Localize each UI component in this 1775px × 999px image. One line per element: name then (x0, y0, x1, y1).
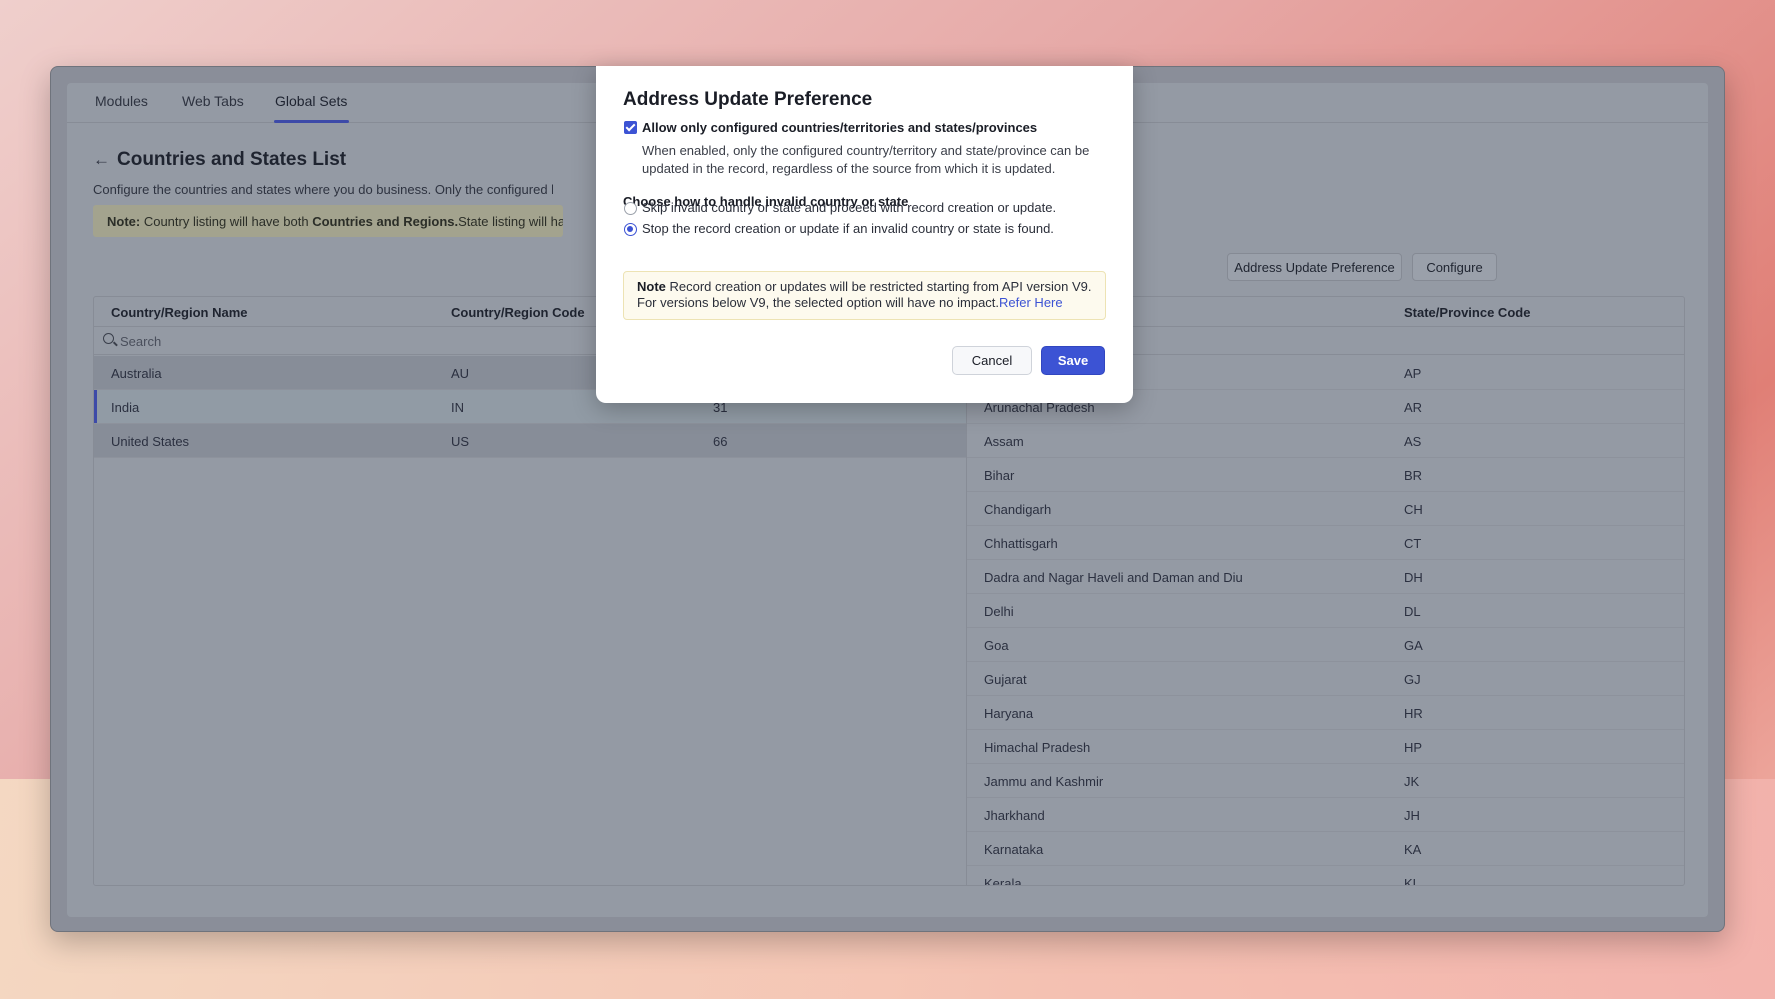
state-code: CH (1404, 502, 1423, 517)
note-label: Note: (107, 214, 141, 229)
state-code: AS (1404, 434, 1422, 449)
state-name: Jammu and Kashmir (984, 774, 1104, 789)
state-code: AR (1404, 400, 1423, 415)
stop-invalid-radio[interactable] (624, 223, 637, 236)
active-tab-indicator (274, 120, 349, 123)
country-name: Australia (111, 366, 162, 381)
table-row[interactable]: Chandigarh CH (967, 492, 1684, 526)
skip-invalid-label: Skip invalid country or state and procee… (642, 200, 1057, 215)
country-name: India (111, 400, 140, 415)
note-bold-text: Countries and Regions. (312, 214, 459, 229)
search-input[interactable] (120, 332, 420, 350)
state-code: KL (1404, 876, 1420, 886)
note-text: Country listing will have both (140, 214, 313, 229)
back-arrow-icon[interactable]: ← (93, 150, 110, 170)
allow-configured-label: Allow only configured countries/territor… (642, 120, 1038, 135)
state-name: Chandigarh (984, 502, 1052, 517)
state-code: DL (1404, 604, 1421, 619)
address-update-preference-dialog: Address Update Preference Allow only con… (596, 66, 1133, 403)
table-row[interactable]: Chhattisgarh CT (967, 526, 1684, 560)
tab-web-tabs[interactable]: Web Tabs (182, 93, 244, 109)
page-description: Configure the countries and states where… (93, 182, 553, 197)
country-name: United States (111, 434, 190, 449)
state-code: HR (1404, 706, 1423, 721)
state-name: Himachal Pradesh (984, 740, 1091, 755)
tab-modules[interactable]: Modules (95, 93, 148, 109)
table-row[interactable]: Jammu and Kashmir JK (967, 764, 1684, 798)
note-label: Note (637, 279, 666, 294)
allow-configured-description: When enabled, only the configured countr… (642, 143, 1090, 176)
table-row[interactable]: Jharkhand JH (967, 798, 1684, 832)
country-code: IN (451, 400, 464, 415)
address-update-preference-button[interactable]: Address Update Preference (1227, 253, 1402, 281)
skip-invalid-radio[interactable] (624, 202, 637, 215)
state-name: Assam (984, 434, 1024, 449)
table-row[interactable]: Goa GA (967, 628, 1684, 662)
configure-button[interactable]: Configure (1412, 253, 1497, 281)
table-row[interactable]: Kerala KL (967, 866, 1684, 886)
state-code: JH (1404, 808, 1420, 823)
table-row[interactable]: Haryana HR (967, 696, 1684, 730)
col-state-code: State/Province Code (1404, 305, 1531, 320)
table-row[interactable]: Bihar BR (967, 458, 1684, 492)
table-row[interactable]: Gujarat GJ (967, 662, 1684, 696)
table-row[interactable]: Himachal Pradesh HP (967, 730, 1684, 764)
state-code: CT (1404, 536, 1422, 551)
tab-global-sets[interactable]: Global Sets (275, 93, 347, 109)
allow-configured-checkbox[interactable] (624, 121, 637, 134)
state-name: Karnataka (984, 842, 1044, 857)
table-row[interactable]: Dadra and Nagar Haveli and Daman and Diu… (967, 560, 1684, 594)
listing-note: Note: Country listing will have both Cou… (93, 205, 563, 237)
col-country-code: Country/Region Code (451, 305, 585, 320)
refer-here-link[interactable]: Refer Here (999, 295, 1063, 310)
state-name: Haryana (984, 706, 1034, 721)
state-code: GA (1404, 638, 1423, 653)
table-row[interactable]: Assam AS (967, 424, 1684, 458)
cancel-button[interactable]: Cancel (952, 346, 1032, 375)
state-code: KA (1404, 842, 1422, 857)
state-name: Bihar (984, 468, 1015, 483)
state-code: DH (1404, 570, 1423, 585)
table-row[interactable]: Delhi DL (967, 594, 1684, 628)
api-version-note: Note Record creation or updates will be … (623, 271, 1106, 320)
table-row[interactable]: United States US 66 (94, 424, 966, 458)
save-button[interactable]: Save (1041, 346, 1105, 375)
dialog-title: Address Update Preference (623, 89, 873, 110)
state-name: Jharkhand (984, 808, 1045, 823)
state-name: Kerala (984, 876, 1022, 886)
state-code: BR (1404, 468, 1423, 483)
state-code: GJ (1404, 672, 1421, 687)
page-title-text: Countries and States List (117, 149, 347, 170)
country-code: US (451, 434, 470, 449)
col-country-name: Country/Region Name (111, 305, 248, 320)
state-code: JK (1404, 774, 1420, 789)
state-code: HP (1404, 740, 1423, 755)
state-count: 66 (713, 434, 728, 449)
note-text-continued: State listing will have bot (458, 214, 563, 229)
state-code: AP (1404, 366, 1422, 381)
stop-invalid-label: Stop the record creation or update if an… (642, 221, 1054, 236)
state-name: Dadra and Nagar Haveli and Daman and Diu (984, 570, 1243, 585)
state-name: Gujarat (984, 672, 1027, 687)
table-row[interactable]: Karnataka KA (967, 832, 1684, 866)
state-name: Goa (984, 638, 1009, 653)
state-name: Chhattisgarh (984, 536, 1058, 551)
country-code: AU (451, 366, 470, 381)
state-name: Delhi (984, 604, 1014, 619)
search-icon (103, 333, 114, 344)
